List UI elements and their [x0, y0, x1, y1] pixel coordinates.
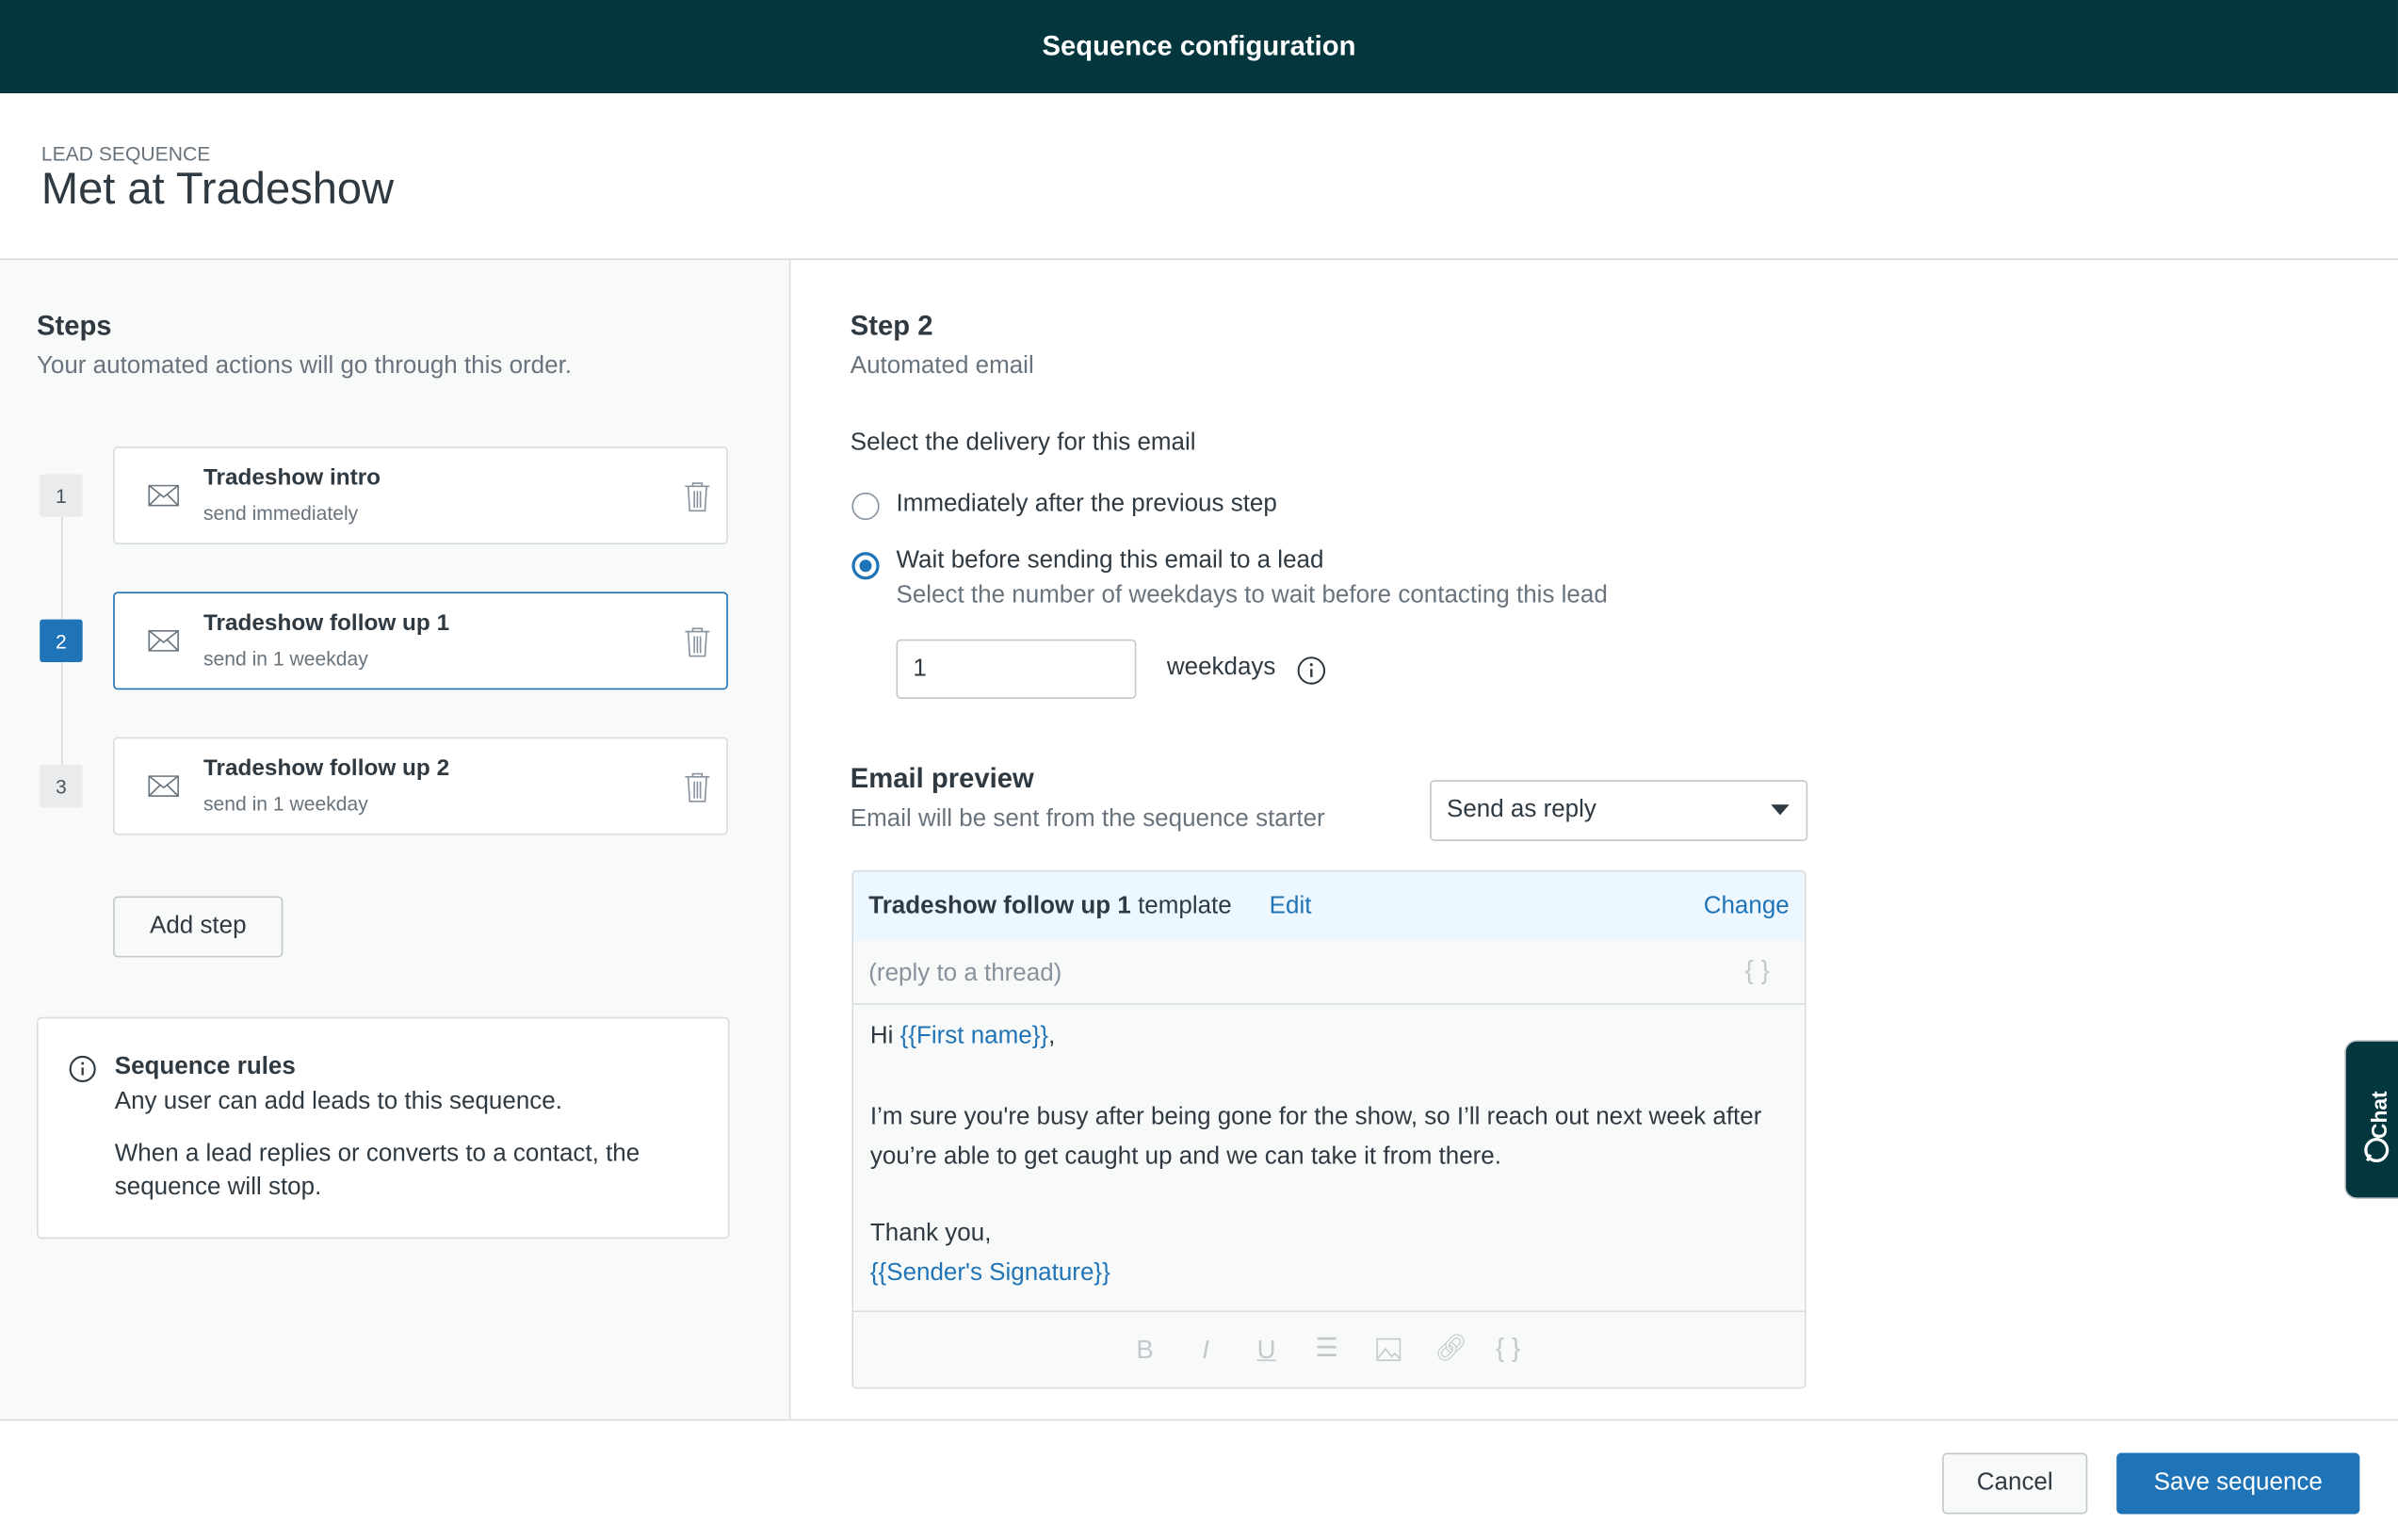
- sequence-rules-box: Sequence rules Any user can add leads to…: [36, 1016, 730, 1240]
- step-title: Tradeshow follow up 2: [203, 755, 450, 782]
- email-preview: Tradeshow follow up 1 template Edit Chan…: [851, 869, 1807, 1389]
- step-title: Tradeshow follow up 1: [203, 609, 450, 637]
- sequence-title: Met at Tradeshow: [41, 165, 395, 215]
- radio-immediate[interactable]: [851, 492, 880, 521]
- top-bar: Sequence configuration: [0, 0, 2398, 94]
- rules-line-2: When a lead replies or converts to a con…: [114, 1141, 640, 1201]
- formatting-toolbar: B I U ☰ 🔗︎ { }: [853, 1312, 1805, 1387]
- step-number: 3: [40, 764, 83, 808]
- step-card-3[interactable]: Tradeshow follow up 2 send in 1 weekday: [113, 737, 728, 835]
- comma: ,: [1048, 1023, 1056, 1049]
- radio-wait-help: Select the number of weekdays to wait be…: [896, 582, 1608, 609]
- chat-tab[interactable]: Chat: [2344, 1040, 2398, 1199]
- step-subtitle: send in 1 weekday: [203, 646, 368, 671]
- chat-label: Chat: [2366, 1091, 2391, 1139]
- step-card-2[interactable]: Tradeshow follow up 1 send in 1 weekday: [113, 592, 728, 690]
- step-subtitle: send immediately: [203, 501, 359, 525]
- body-greeting: Hi {{First name}},: [870, 1023, 1055, 1050]
- info-icon: [69, 1055, 96, 1083]
- trash-icon[interactable]: [684, 627, 711, 657]
- email-preview-title: Email preview: [850, 763, 1034, 794]
- placeholder-icon[interactable]: { }: [1745, 956, 1770, 986]
- radio-immediate-label[interactable]: Immediately after the previous step: [896, 491, 1276, 518]
- template-word: template: [1138, 893, 1232, 919]
- body-paragraph: I’m sure you're busy after being gone fo…: [869, 1104, 1762, 1171]
- step-detail-title: Step 2: [850, 310, 933, 342]
- step-card-1[interactable]: Tradeshow intro send immediately: [113, 446, 728, 545]
- step-subtitle: send in 1 weekday: [203, 792, 368, 816]
- change-template-link[interactable]: Change: [1704, 893, 1790, 920]
- envelope-icon: [148, 484, 179, 507]
- chat-bubble-icon: [2364, 1138, 2390, 1163]
- page-title: Sequence configuration: [1042, 30, 1356, 61]
- greeting-text: Hi: [869, 1023, 900, 1049]
- link-icon[interactable]: 🔗︎: [1434, 1334, 1467, 1364]
- step-detail-panel: Step 2 Automated email Select the delive…: [790, 260, 2398, 1419]
- sequence-header: LEAD SEQUENCE Met at Tradeshow: [0, 93, 2398, 261]
- info-icon[interactable]: [1297, 657, 1326, 686]
- underline-icon[interactable]: U: [1257, 1335, 1276, 1365]
- trash-icon[interactable]: [684, 481, 711, 512]
- rules-title: Sequence rules: [114, 1053, 296, 1080]
- subject-placeholder: (reply to a thread): [868, 960, 1062, 987]
- save-sequence-button[interactable]: Save sequence: [2116, 1452, 2360, 1515]
- bold-icon[interactable]: B: [1136, 1335, 1153, 1365]
- placeholder-icon[interactable]: { }: [1496, 1334, 1520, 1364]
- weekdays-label: weekdays: [1166, 654, 1276, 681]
- radio-wait-label[interactable]: Wait before sending this email to a lead: [896, 547, 1323, 575]
- email-preview-subtitle: Email will be sent from the sequence sta…: [850, 805, 1325, 833]
- trash-icon[interactable]: [684, 772, 711, 802]
- rules-line-1: Any user can add leads to this sequence.: [114, 1089, 562, 1115]
- italic-icon[interactable]: I: [1202, 1335, 1209, 1365]
- eyebrow-label: LEAD SEQUENCE: [41, 142, 211, 166]
- send-mode-value: Send as reply: [1447, 796, 1596, 823]
- add-step-button[interactable]: Add step: [113, 896, 284, 958]
- edit-template-link[interactable]: Edit: [1270, 893, 1312, 920]
- list-icon[interactable]: ☰: [1315, 1334, 1338, 1364]
- steps-panel: Steps Your automated actions will go thr…: [0, 260, 791, 1419]
- body-thanks: Thank you,: [869, 1220, 992, 1247]
- template-label: Tradeshow follow up 1 template: [868, 893, 1231, 920]
- step-detail-subtitle: Automated email: [850, 353, 1034, 380]
- steps-subtitle: Your automated actions will go through t…: [36, 353, 573, 380]
- footer: Cancel Save sequence: [0, 1418, 2398, 1540]
- weekdays-input[interactable]: [896, 639, 1137, 700]
- chevron-down-icon: [1771, 804, 1790, 816]
- step-number: 2: [40, 619, 83, 663]
- send-mode-select[interactable]: Send as reply: [1430, 780, 1808, 842]
- step-title: Tradeshow intro: [203, 464, 381, 492]
- signature-placeholder: {{Sender's Signature}}: [869, 1259, 1110, 1287]
- step-number: 1: [40, 474, 83, 517]
- envelope-icon: [148, 775, 179, 797]
- template-name: Tradeshow follow up 1: [868, 893, 1131, 919]
- envelope-icon: [148, 629, 179, 652]
- cancel-button[interactable]: Cancel: [1942, 1452, 2088, 1515]
- radio-wait[interactable]: [851, 552, 880, 580]
- steps-title: Steps: [36, 310, 112, 342]
- delivery-label: Select the delivery for this email: [850, 430, 1196, 456]
- image-icon[interactable]: [1376, 1337, 1402, 1362]
- email-body[interactable]: Hi {{First name}}, I’m sure you're busy …: [853, 1004, 1805, 1313]
- first-name-placeholder: {{First name}}: [899, 1023, 1049, 1049]
